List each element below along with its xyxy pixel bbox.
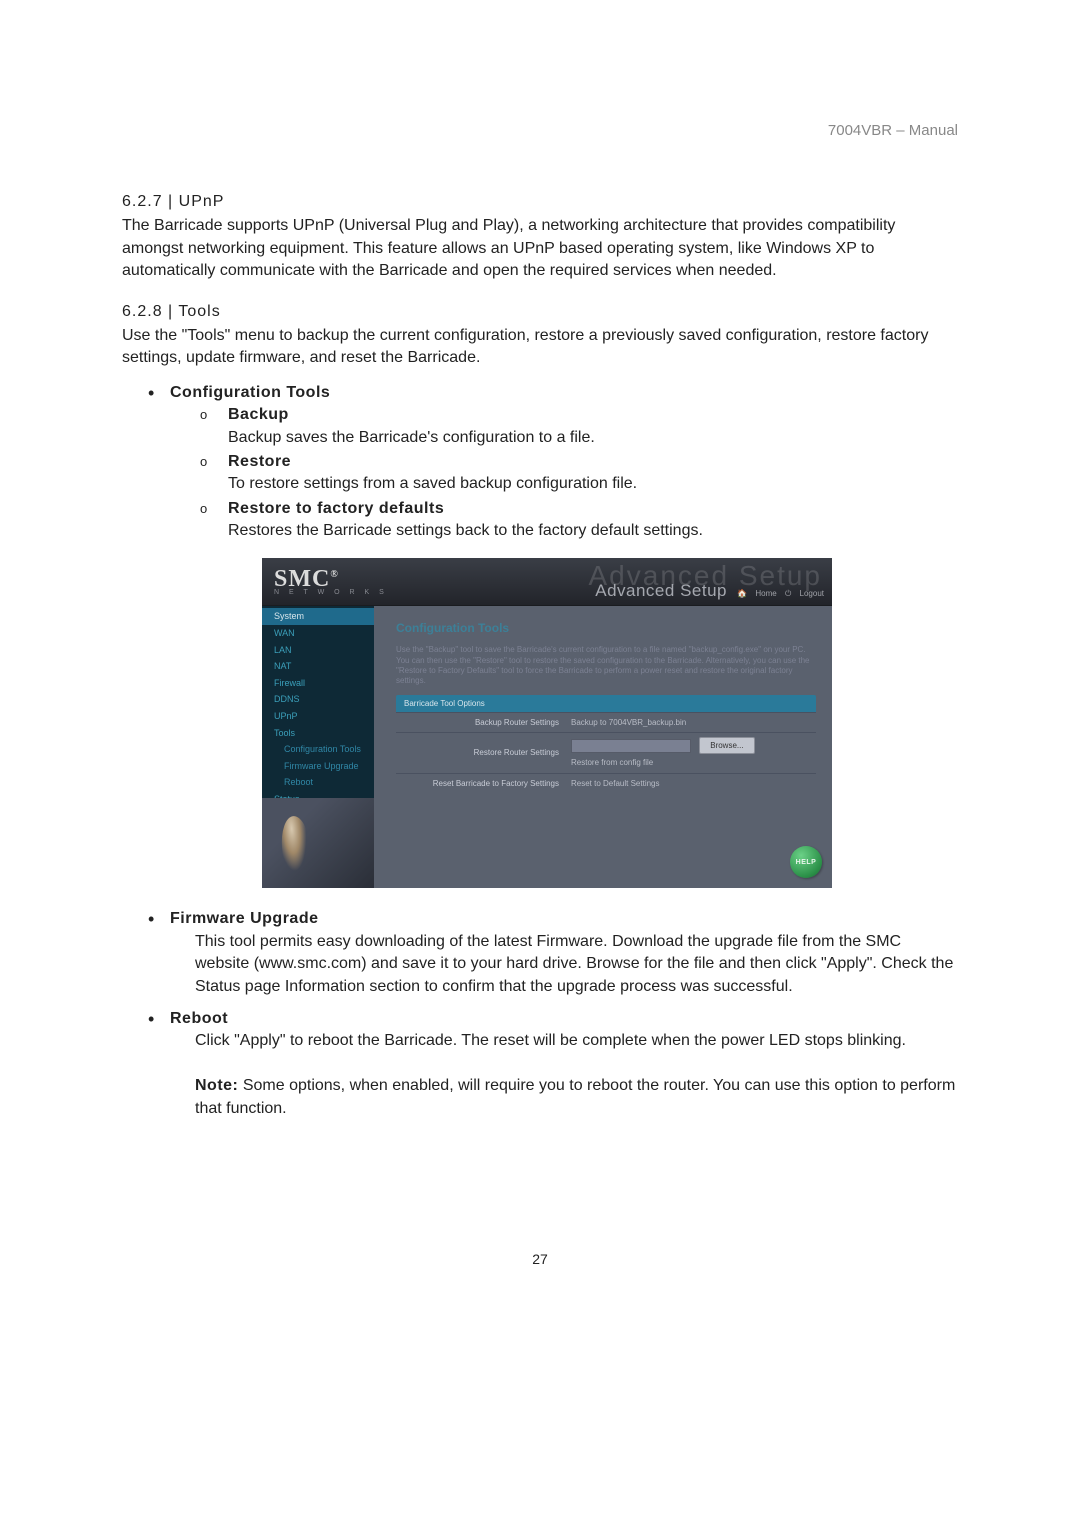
backup-title: Backup — [228, 406, 289, 423]
factory-title: Restore to factory defaults — [228, 500, 444, 517]
shot-table: Backup Router Settings Backup to 7004VBR… — [396, 712, 816, 793]
shot-main: Configuration Tools Use the "Backup" too… — [374, 606, 832, 888]
home-logout: 🏠 Home ⏻ Logout — [731, 588, 824, 599]
backup-desc: Backup saves the Barricade's configurati… — [228, 427, 958, 449]
reboot-title: Reboot — [170, 1010, 228, 1027]
row-backup-label: Backup Router Settings — [396, 717, 571, 728]
note-body-text: Some options, when enabled, will require… — [195, 1077, 955, 1116]
section-628-heading: 6.2.8 | Tools — [122, 301, 958, 323]
sub-factory: o Restore to factory defaults Restores t… — [228, 498, 958, 543]
config-tools-title: Configuration Tools — [170, 384, 330, 401]
router-ui-screenshot: SMC® N E T W O R K S Advanced Setup Adva… — [262, 558, 832, 888]
sidebar-item-nat[interactable]: NAT — [262, 658, 374, 675]
sidebar-item-ddns[interactable]: DDNS — [262, 691, 374, 708]
home-link[interactable]: 🏠 Home — [737, 589, 777, 598]
row-backup-value[interactable]: Backup to 7004VBR_backup.bin — [571, 717, 816, 728]
row-reset-value[interactable]: Reset to Default Settings — [571, 778, 816, 789]
section-627-heading: 6.2.7 | UPnP — [122, 191, 958, 213]
browse-button[interactable]: Browse... — [699, 737, 754, 754]
restore-desc: To restore settings from a saved backup … — [228, 473, 958, 495]
row-backup: Backup Router Settings Backup to 7004VBR… — [396, 712, 816, 732]
page-header: 7004VBR – Manual — [122, 120, 958, 141]
bullet-config-tools: Configuration Tools o Backup Backup save… — [170, 382, 958, 889]
logout-link[interactable]: ⏻ Logout — [785, 589, 824, 598]
row-restore-value[interactable]: Restore from config file — [571, 757, 816, 768]
smc-logo-sub: N E T W O R K S — [274, 588, 388, 598]
factory-desc: Restores the Barricade settings back to … — [228, 520, 958, 542]
row-restore: Restore Router Settings Browse... Restor… — [396, 732, 816, 772]
firmware-desc: This tool permits easy downloading of th… — [195, 931, 958, 998]
note-block: Note: Some options, when enabled, will r… — [195, 1075, 958, 1120]
shot-table-header: Barricade Tool Options — [396, 695, 816, 712]
row-reset-label: Reset Barricade to Factory Settings — [396, 778, 571, 789]
bullet-reboot: Reboot Click "Apply" to reboot the Barri… — [170, 1008, 958, 1120]
sidebar-item-upnp[interactable]: UPnP — [262, 708, 374, 725]
bullet-firmware: Firmware Upgrade This tool permits easy … — [170, 908, 958, 998]
reboot-desc: Click "Apply" to reboot the Barricade. T… — [195, 1030, 958, 1052]
page-number: 27 — [122, 1250, 958, 1270]
sidebar-item-tools[interactable]: Tools — [262, 725, 374, 742]
section-627-body: The Barricade supports UPnP (Universal P… — [122, 215, 958, 282]
firmware-title: Firmware Upgrade — [170, 910, 318, 927]
sub-restore: o Restore To restore settings from a sav… — [228, 451, 958, 496]
sidebar-item-firewall[interactable]: Firewall — [262, 675, 374, 692]
shot-main-desc: Use the "Backup" tool to save the Barric… — [396, 645, 816, 687]
sidebar-item-config-tools[interactable]: Configuration Tools — [262, 741, 374, 758]
restore-file-input[interactable] — [571, 739, 691, 753]
note-label: Note: — [195, 1077, 238, 1094]
sidebar-item-system[interactable]: System — [262, 608, 374, 625]
help-button[interactable]: HELP — [790, 846, 822, 878]
sidebar-item-wan[interactable]: WAN — [262, 625, 374, 642]
row-reset: Reset Barricade to Factory Settings Rese… — [396, 773, 816, 793]
shot-main-title: Configuration Tools — [396, 620, 816, 637]
sidebar-item-reboot[interactable]: Reboot — [262, 774, 374, 791]
sub-backup: o Backup Backup saves the Barricade's co… — [228, 404, 958, 449]
shot-header: SMC® N E T W O R K S Advanced Setup Adva… — [262, 558, 832, 606]
row-restore-label: Restore Router Settings — [396, 747, 571, 758]
section-628-body: Use the "Tools" menu to backup the curre… — [122, 325, 958, 370]
decorative-photo-corner — [262, 798, 374, 888]
sidebar-item-lan[interactable]: LAN — [262, 642, 374, 659]
banner-text: Advanced Setup — [595, 579, 727, 603]
sidebar-item-firmware[interactable]: Firmware Upgrade — [262, 758, 374, 775]
restore-title: Restore — [228, 453, 291, 470]
